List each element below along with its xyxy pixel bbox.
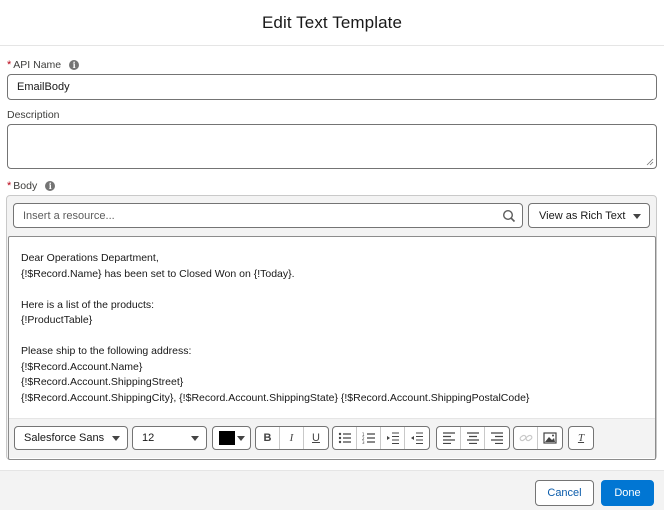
font-size-value: 12 (142, 432, 155, 444)
chevron-down-icon (633, 214, 641, 219)
italic-button[interactable]: I (280, 427, 304, 449)
chevron-down-icon (112, 436, 120, 441)
editor-toolbar: Salesforce Sans 12 B I U 1 2 3 T (9, 418, 655, 458)
clear-formatting-button[interactable]: T (569, 427, 593, 449)
insert-image-button[interactable] (538, 427, 562, 449)
resize-grip-icon[interactable] (646, 158, 654, 166)
modal-header: Edit Text Template (0, 0, 664, 46)
api-name-label-row: * API Name i (7, 59, 80, 71)
align-left-icon (442, 432, 455, 444)
font-family-select[interactable]: Salesforce Sans (14, 426, 128, 450)
info-icon[interactable]: i (69, 60, 80, 70)
align-center-icon (466, 432, 479, 444)
indent-icon (386, 432, 399, 444)
align-center-button[interactable] (461, 427, 485, 449)
done-button[interactable]: Done (601, 480, 654, 506)
numbered-list-icon: 1 2 3 (362, 432, 375, 444)
editor-content[interactable]: Dear Operations Department, {!$Record.Na… (21, 251, 529, 406)
cancel-button[interactable]: Cancel (535, 480, 594, 506)
outdent-button[interactable] (405, 427, 429, 449)
bullet-list-icon (338, 432, 351, 444)
chevron-down-icon (237, 436, 245, 441)
underline-button[interactable]: U (304, 427, 328, 449)
chevron-down-icon (191, 436, 199, 441)
font-family-value: Salesforce Sans (24, 432, 105, 444)
editor-line: {!ProductTable} (21, 314, 93, 326)
editor-line: Here is a list of the products: (21, 298, 155, 311)
link-button[interactable] (514, 427, 538, 449)
format-button-group: B I U (255, 426, 329, 450)
required-indicator: * (7, 180, 12, 192)
description-label-row: Description (7, 109, 60, 121)
align-right-icon (491, 432, 503, 444)
text-color-picker[interactable] (212, 426, 251, 450)
view-mode-select[interactable]: View as Rich Text (528, 203, 650, 228)
align-left-button[interactable] (437, 427, 461, 449)
indent-button[interactable] (381, 427, 405, 449)
editor-line: Please ship to the following address: (21, 345, 192, 357)
resource-search-input[interactable]: Insert a resource... (13, 203, 523, 228)
align-right-button[interactable] (485, 427, 509, 449)
numbered-list-button[interactable]: 1 2 3 (357, 427, 381, 449)
api-name-label: API Name (13, 59, 62, 71)
color-swatch (219, 431, 235, 445)
editor-line: {!$Record.Account.Name} (21, 360, 143, 373)
description-textarea[interactable] (7, 124, 657, 169)
body-label: Body (13, 180, 38, 192)
modal-title: Edit Text Template (261, 12, 403, 32)
api-name-value: EmailBody (17, 81, 70, 93)
editor-line: {!$Record.Account.ShippingStreet} (21, 376, 184, 388)
required-indicator: * (7, 59, 12, 71)
bulleted-list-button[interactable] (333, 427, 357, 449)
svg-text:3: 3 (362, 440, 365, 444)
bold-button[interactable]: B (256, 427, 280, 449)
search-icon (502, 209, 516, 223)
insert-button-group (513, 426, 563, 450)
clear-format-group: T (568, 426, 594, 450)
align-button-group (436, 426, 510, 450)
editor-line: Dear Operations Department, (21, 252, 159, 264)
body-label-row: * Body i (7, 180, 56, 192)
outdent-icon (411, 432, 423, 444)
info-icon[interactable]: i (45, 181, 56, 191)
list-button-group: 1 2 3 (332, 426, 430, 450)
editor-line: {!$Record.Name} has been set to Closed W… (21, 267, 295, 280)
image-icon (543, 432, 557, 444)
link-icon (519, 434, 532, 442)
editor-line: {!$Record.Account.ShippingCity}, {!$Reco… (21, 391, 530, 404)
font-size-select[interactable]: 12 (132, 426, 207, 450)
view-mode-value: View as Rich Text (539, 209, 626, 222)
api-name-input[interactable]: EmailBody (7, 74, 657, 100)
description-label: Description (7, 109, 60, 121)
resource-placeholder: Insert a resource... (23, 209, 115, 222)
